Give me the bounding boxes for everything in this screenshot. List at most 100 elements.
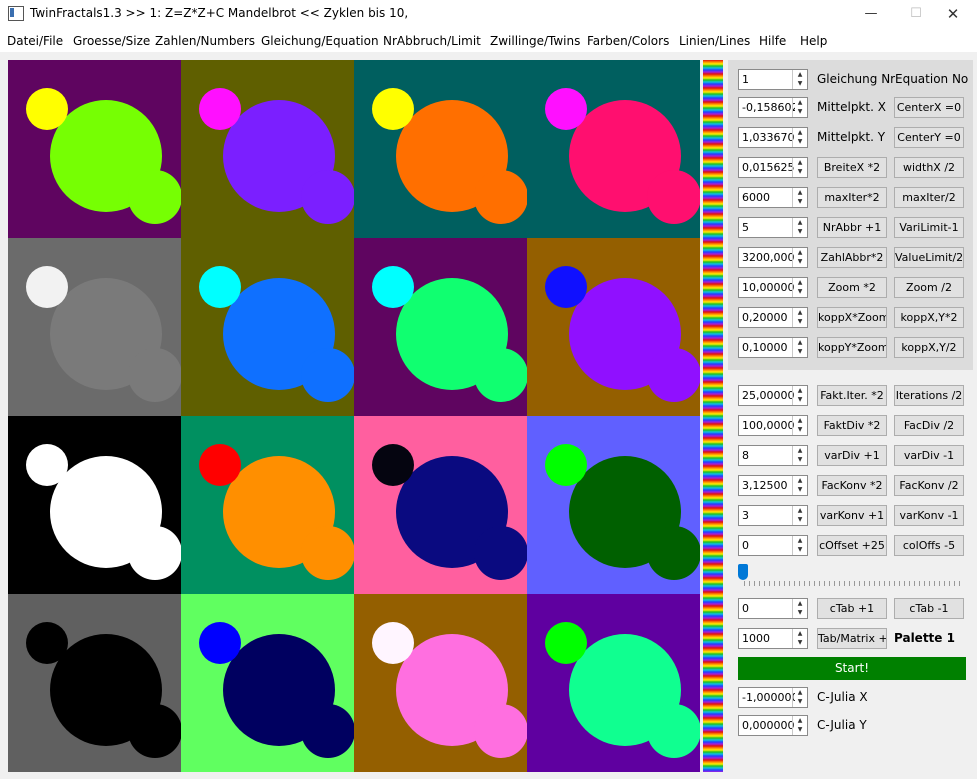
- spin-down-icon[interactable]: ▼: [793, 107, 807, 116]
- menu-hilfe[interactable]: Hilfe: [759, 34, 786, 48]
- fakt-iter-double-button[interactable]: Fakt.Iter. *2: [817, 385, 887, 406]
- valuelimit-half-button[interactable]: ValueLimit/2: [894, 247, 964, 268]
- spin-down-icon[interactable]: ▼: [793, 638, 807, 647]
- width-double-button[interactable]: BreiteX *2: [817, 157, 887, 178]
- center-x-input[interactable]: [739, 98, 795, 117]
- koppx-zoom-button[interactable]: koppX*Zoom: [817, 307, 887, 328]
- spin-down-icon[interactable]: ▼: [793, 287, 807, 296]
- koppy-input[interactable]: [739, 338, 795, 357]
- var-div-spinbox[interactable]: ▲▼: [738, 445, 808, 466]
- zoom-spinbox[interactable]: ▲▼: [738, 277, 808, 298]
- menu-limit[interactable]: NrAbbruch/Limit: [383, 34, 481, 48]
- fractal-canvas[interactable]: [8, 60, 700, 772]
- var-div-input[interactable]: [739, 446, 795, 465]
- spin-up-icon[interactable]: ▲: [793, 416, 807, 425]
- start-button[interactable]: Start!: [738, 657, 966, 680]
- spin-up-icon[interactable]: ▲: [793, 128, 807, 137]
- julia-y-spinbox[interactable]: ▲▼: [738, 715, 808, 736]
- spin-up-icon[interactable]: ▲: [793, 386, 807, 395]
- spin-up-icon[interactable]: ▲: [793, 476, 807, 485]
- spin-down-icon[interactable]: ▼: [793, 317, 807, 326]
- var-div-minus-button[interactable]: varDiv -1: [894, 445, 964, 466]
- nrabbr-plus-button[interactable]: NrAbbr +1: [817, 217, 887, 238]
- color-offset-slider[interactable]: [736, 562, 966, 586]
- spin-down-icon[interactable]: ▼: [793, 137, 807, 146]
- fac-konv-half-button[interactable]: FacKonv /2: [894, 475, 964, 496]
- spin-up-icon[interactable]: ▲: [793, 446, 807, 455]
- tab-matrix-input[interactable]: [739, 629, 795, 648]
- center-x-reset-button[interactable]: CenterX =0: [894, 97, 964, 118]
- spin-down-icon[interactable]: ▼: [793, 697, 807, 706]
- spin-up-icon[interactable]: ▲: [793, 716, 807, 725]
- iterations-half-button[interactable]: Iterations /2: [894, 385, 964, 406]
- spin-down-icon[interactable]: ▼: [793, 425, 807, 434]
- var-konv-spinbox[interactable]: ▲▼: [738, 505, 808, 526]
- fac-konv-spinbox[interactable]: ▲▼: [738, 475, 808, 496]
- zoom-input[interactable]: [739, 278, 795, 297]
- var-konv-minus-button[interactable]: varKonv -1: [894, 505, 964, 526]
- maxiter-half-button[interactable]: maxIter/2: [894, 187, 964, 208]
- julia-x-spinbox[interactable]: ▲▼: [738, 687, 808, 708]
- spin-up-icon[interactable]: ▲: [793, 599, 807, 608]
- equation-number-input[interactable]: [739, 70, 795, 89]
- c-offset-plus-button[interactable]: cOffset +25: [817, 535, 887, 556]
- julia-y-input[interactable]: [739, 716, 795, 735]
- ctab-input[interactable]: [739, 599, 795, 618]
- col-offs-minus-button[interactable]: colOffs -5: [894, 535, 964, 556]
- koppy-zoom-button[interactable]: koppY*Zoom: [817, 337, 887, 358]
- menu-lines[interactable]: Linien/Lines: [679, 34, 750, 48]
- spin-down-icon[interactable]: ▼: [793, 197, 807, 206]
- ctab-spinbox[interactable]: ▲▼: [738, 598, 808, 619]
- spin-up-icon[interactable]: ▲: [793, 506, 807, 515]
- zahlabbr-double-button[interactable]: ZahlAbbr*2: [817, 247, 887, 268]
- spin-down-icon[interactable]: ▼: [793, 79, 807, 88]
- menu-numbers[interactable]: Zahlen/Numbers: [155, 34, 255, 48]
- zoom-half-button[interactable]: Zoom /2: [894, 277, 964, 298]
- var-konv-input[interactable]: [739, 506, 795, 525]
- spin-up-icon[interactable]: ▲: [793, 218, 807, 227]
- spin-down-icon[interactable]: ▼: [793, 347, 807, 356]
- fac-div-half-button[interactable]: FacDiv /2: [894, 415, 964, 436]
- koppx-spinbox[interactable]: ▲▼: [738, 307, 808, 328]
- spin-up-icon[interactable]: ▲: [793, 70, 807, 79]
- julia-x-input[interactable]: [739, 688, 795, 707]
- c-offset-input[interactable]: [739, 536, 795, 555]
- fac-konv-input[interactable]: [739, 476, 795, 495]
- zoom-double-button[interactable]: Zoom *2: [817, 277, 887, 298]
- maxiter-input[interactable]: [739, 188, 795, 207]
- menu-help[interactable]: Help: [800, 34, 827, 48]
- spin-up-icon[interactable]: ▲: [793, 188, 807, 197]
- minimize-button[interactable]: —: [848, 0, 894, 28]
- spin-down-icon[interactable]: ▼: [793, 608, 807, 617]
- fakt-div-double-button[interactable]: FaktDiv *2: [817, 415, 887, 436]
- fakt-div-spinbox[interactable]: ▲▼: [738, 415, 808, 436]
- zahlabbr-input[interactable]: [739, 248, 795, 267]
- spin-down-icon[interactable]: ▼: [793, 395, 807, 404]
- var-konv-plus-button[interactable]: varKonv +1: [817, 505, 887, 526]
- spin-down-icon[interactable]: ▼: [793, 515, 807, 524]
- ctab-plus-button[interactable]: cTab +1: [817, 598, 887, 619]
- koppx-input[interactable]: [739, 308, 795, 327]
- close-button[interactable]: ✕: [930, 0, 976, 28]
- menu-file[interactable]: Datei/File: [7, 34, 63, 48]
- center-y-input[interactable]: [739, 128, 795, 147]
- zahlabbr-spinbox[interactable]: ▲▼: [738, 247, 808, 268]
- nrabbr-input[interactable]: [739, 218, 795, 237]
- equation-number-spinbox[interactable]: ▲▼: [738, 69, 808, 90]
- spin-up-icon[interactable]: ▲: [793, 248, 807, 257]
- tab-matrix-button[interactable]: Tab/Matrix +: [817, 628, 887, 649]
- slider-handle[interactable]: [738, 564, 748, 580]
- spin-up-icon[interactable]: ▲: [793, 338, 807, 347]
- spin-up-icon[interactable]: ▲: [793, 536, 807, 545]
- koppxy-double-button[interactable]: koppX,Y*2: [894, 307, 964, 328]
- menu-size[interactable]: Groesse/Size: [73, 34, 150, 48]
- width-input[interactable]: [739, 158, 795, 177]
- spin-down-icon[interactable]: ▼: [793, 167, 807, 176]
- menu-equation[interactable]: Gleichung/Equation: [261, 34, 379, 48]
- center-y-spinbox[interactable]: ▲▼: [738, 127, 808, 148]
- ctab-minus-button[interactable]: cTab -1: [894, 598, 964, 619]
- maxiter-spinbox[interactable]: ▲▼: [738, 187, 808, 208]
- fakt-iter-input[interactable]: [739, 386, 795, 405]
- koppxy-half-button[interactable]: koppX,Y/2: [894, 337, 964, 358]
- fakt-iter-spinbox[interactable]: ▲▼: [738, 385, 808, 406]
